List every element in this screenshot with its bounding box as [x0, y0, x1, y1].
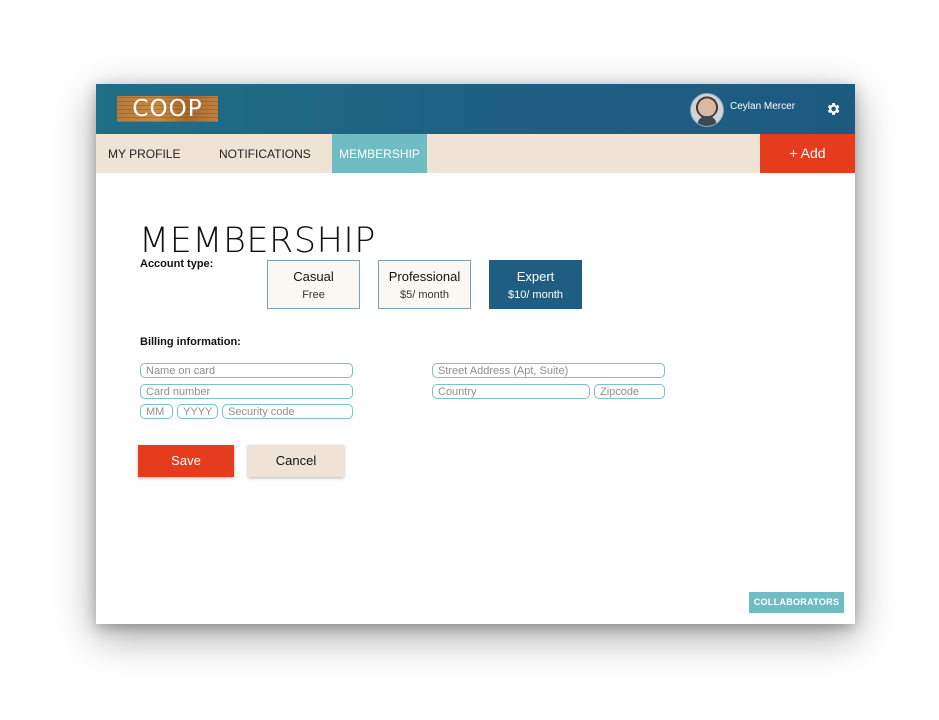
- country-input[interactable]: [432, 384, 590, 399]
- plan-price: $5/ month: [400, 289, 449, 301]
- gear-icon[interactable]: [825, 101, 841, 117]
- nav-bar: MY PROFILE NOTIFICATIONS MEMBERSHIP: [96, 134, 855, 173]
- plan-price: Free: [302, 289, 325, 301]
- security-code-input[interactable]: [222, 404, 353, 419]
- tab-membership[interactable]: MEMBERSHIP: [332, 134, 427, 173]
- plan-professional-option[interactable]: Professional $5/ month: [378, 260, 471, 309]
- account-type-label: Account type:: [140, 258, 214, 270]
- avatar-body: [698, 116, 716, 126]
- plan-name: Casual: [293, 269, 334, 284]
- plan-name: Professional: [388, 269, 461, 284]
- name-on-card-input[interactable]: [140, 363, 353, 378]
- plan-casual-option[interactable]: Casual Free: [267, 260, 360, 309]
- expiry-month-input[interactable]: [140, 404, 173, 419]
- street-address-input[interactable]: [432, 363, 665, 378]
- user-name[interactable]: Ceylan Mercer: [730, 101, 795, 112]
- top-header: COOP Ceylan Mercer: [96, 84, 855, 134]
- logo-text: COOP: [132, 96, 203, 122]
- tab-my-profile[interactable]: MY PROFILE: [108, 134, 180, 173]
- cancel-button[interactable]: Cancel: [248, 445, 344, 477]
- card-number-input[interactable]: [140, 384, 353, 399]
- plan-price: $10/ month: [507, 289, 564, 301]
- plan-expert-option[interactable]: Expert $10/ month: [489, 260, 582, 309]
- zipcode-input[interactable]: [594, 384, 665, 399]
- gear-icon-svg: [827, 103, 840, 115]
- save-button[interactable]: Save: [138, 445, 234, 477]
- expiry-year-input[interactable]: [177, 404, 218, 419]
- app-window: COOP Ceylan Mercer MY PROFILE NOTIFICATI…: [96, 84, 855, 624]
- tab-notifications[interactable]: NOTIFICATIONS: [219, 134, 311, 173]
- coop-logo[interactable]: COOP: [117, 96, 218, 122]
- page-title: MEMBERSHIP: [139, 221, 376, 262]
- user-avatar[interactable]: [690, 93, 724, 127]
- add-button[interactable]: + Add: [760, 134, 855, 173]
- plan-name: Expert: [516, 269, 555, 284]
- collaborators-button[interactable]: COLLABORATORS: [749, 592, 844, 613]
- billing-info-label: Billing information:: [140, 336, 241, 348]
